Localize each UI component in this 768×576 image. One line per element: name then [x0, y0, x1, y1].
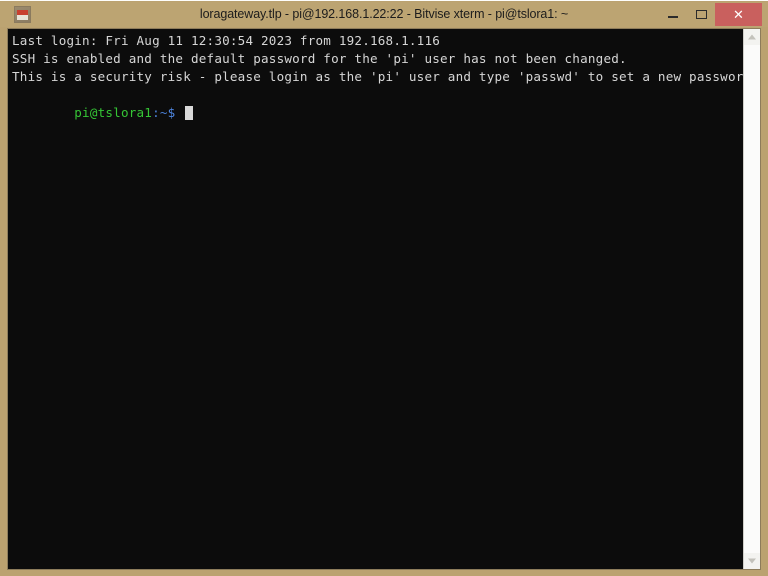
window-title: loragateway.tlp - pi@192.168.1.22:22 - B… — [199, 7, 569, 21]
maximize-button[interactable] — [687, 3, 715, 26]
title-bar[interactable]: loragateway.tlp - pi@192.168.1.22:22 - B… — [0, 2, 768, 27]
bitvise-app-icon[interactable] — [14, 6, 31, 23]
scrollbar-track[interactable] — [744, 45, 760, 553]
chevron-down-icon[interactable] — [744, 553, 760, 569]
prompt-symbol: $ — [167, 105, 184, 120]
scrollbar-thumb[interactable] — [744, 45, 760, 553]
terminal-line: SSH is enabled and the default password … — [12, 51, 627, 66]
terminal-window: loragateway.tlp - pi@192.168.1.22:22 - B… — [0, 0, 768, 576]
terminal-output[interactable]: Last login: Fri Aug 11 12:30:54 2023 fro… — [8, 29, 743, 569]
shell-prompt-line: pi@tslora1:~$ — [12, 86, 743, 140]
terminal-line: This is a security risk - please login a… — [12, 69, 743, 84]
close-button[interactable]: ✕ — [715, 3, 762, 26]
chevron-up-icon[interactable] — [744, 29, 760, 45]
terminal-frame: Last login: Fri Aug 11 12:30:54 2023 fro… — [7, 28, 761, 570]
prompt-user-host: pi@tslora1 — [74, 105, 153, 120]
vertical-scrollbar[interactable] — [743, 29, 760, 569]
window-controls: ✕ — [659, 3, 762, 26]
text-cursor — [185, 106, 194, 120]
prompt-path: :~ — [152, 105, 168, 120]
minimize-button[interactable] — [659, 3, 687, 26]
terminal-line: Last login: Fri Aug 11 12:30:54 2023 fro… — [12, 33, 441, 48]
